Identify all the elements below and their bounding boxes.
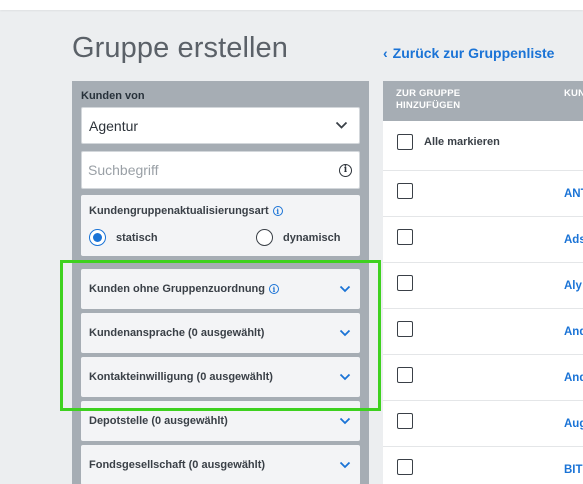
radio-button-selected[interactable] (89, 229, 106, 246)
accordion-label: Depotstelle (0 ausgewählt) (89, 415, 228, 427)
select-all-row: Alle markieren (383, 121, 583, 171)
accordion-depository[interactable]: Depotstelle (0 ausgewählt) (81, 401, 360, 441)
customer-name-link[interactable]: Ads (564, 234, 583, 246)
back-link-label: Zurück zur Gruppenliste (392, 45, 555, 61)
table-row: Aug (383, 401, 583, 447)
column-header-add-to-group: ZUR GRUPPE HINZUFÜGEN (396, 88, 461, 111)
column-header-customer: KUN (564, 88, 583, 99)
table-header: ZUR GRUPPE HINZUFÜGEN KUN (383, 81, 583, 121)
table-row: And (383, 309, 583, 355)
customer-name-link[interactable]: BIT (564, 464, 583, 476)
radio-dynamic[interactable]: dynamisch (256, 229, 340, 246)
radio-dynamic-label: dynamisch (283, 231, 341, 244)
radio-static-label: statisch (116, 231, 158, 244)
accordion-label: Kundenansprache (0 ausgewählt) (89, 327, 265, 339)
page-title: Gruppe erstellen (72, 32, 288, 64)
accordion-label: Kunden ohne Gruppenzuordnung (89, 283, 265, 295)
row-checkbox[interactable] (397, 229, 413, 245)
table-row: BIT (383, 447, 583, 484)
accordion-contact-consent[interactable]: Kontakteinwilligung (0 ausgewählt) (81, 357, 360, 397)
update-type-heading: Kundengruppenaktualisierungsart i (89, 205, 283, 217)
row-checkbox[interactable] (397, 413, 413, 429)
update-type-card: Kundengruppenaktualisierungsart i statis… (81, 195, 360, 256)
chevron-down-icon (339, 373, 351, 381)
accordion-customers-without-group[interactable]: Kunden ohne Gruppenzuordnung i (81, 269, 360, 309)
update-type-label: Kundengruppenaktualisierungsart (89, 205, 269, 217)
row-checkbox[interactable] (397, 459, 413, 475)
table-row: ANT (383, 171, 583, 217)
select-all-checkbox[interactable] (397, 134, 413, 150)
info-icon[interactable]: i (268, 284, 279, 294)
chevron-down-icon (339, 329, 351, 337)
chevron-down-icon (339, 285, 351, 293)
search-input[interactable] (88, 162, 308, 178)
row-checkbox[interactable] (397, 275, 413, 291)
filter-panel: Kunden von Agentur i Kundengruppenaktual… (72, 81, 369, 484)
select-all-label: Alle markieren (424, 136, 500, 148)
chevron-down-icon (339, 417, 351, 425)
row-checkbox[interactable] (397, 183, 413, 199)
accordion-label: Kontakteinwilligung (0 ausgewählt) (89, 371, 273, 383)
customers-from-label: Kunden von (81, 90, 145, 102)
chevron-left-icon: ‹ (383, 45, 388, 61)
customers-from-value: Agentur (89, 117, 139, 134)
chevron-down-icon (335, 121, 348, 129)
info-icon[interactable]: i (339, 163, 352, 177)
accordion-fund-company[interactable]: Fondsgesellschaft (0 ausgewählt) (81, 445, 360, 484)
table-row: Aly (383, 263, 583, 309)
radio-static[interactable]: statisch (89, 229, 158, 246)
customers-from-select[interactable]: Agentur (81, 107, 360, 144)
table-row: Ads (383, 217, 583, 263)
customer-name-link[interactable]: Aly (564, 280, 582, 292)
search-field: i (81, 151, 360, 189)
radio-button[interactable] (256, 229, 273, 246)
accordion-customer-address[interactable]: Kundenansprache (0 ausgewählt) (81, 313, 360, 353)
chevron-down-icon (339, 461, 351, 469)
customer-name-link[interactable]: And (564, 372, 583, 384)
top-bar (0, 0, 583, 10)
back-to-group-list-link[interactable]: ‹ Zurück zur Gruppenliste (383, 45, 554, 61)
customer-name-link[interactable]: And (564, 326, 583, 338)
row-checkbox[interactable] (397, 367, 413, 383)
table-row: And (383, 355, 583, 401)
customer-name-link[interactable]: ANT (564, 188, 583, 200)
row-checkbox[interactable] (397, 321, 413, 337)
customer-name-link[interactable]: Aug (564, 418, 583, 430)
info-icon[interactable]: i (272, 206, 283, 216)
customer-table: ZUR GRUPPE HINZUFÜGEN KUN Alle markieren… (383, 81, 583, 484)
accordion-label: Fondsgesellschaft (0 ausgewählt) (89, 459, 266, 471)
